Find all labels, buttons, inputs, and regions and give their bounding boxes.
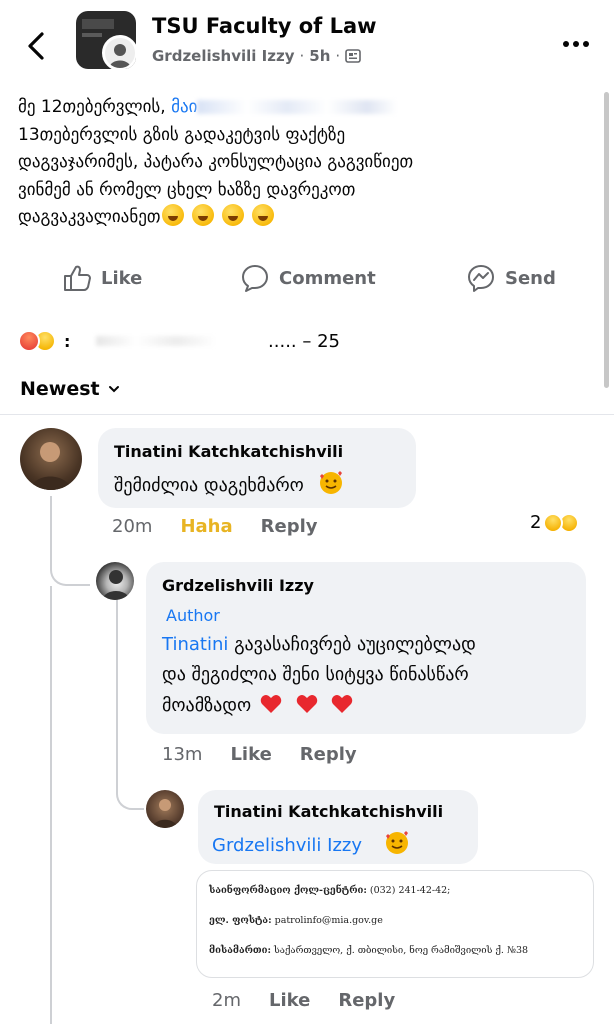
comment-meta: 13m Like Reply bbox=[162, 744, 357, 765]
like-label: Like bbox=[101, 267, 143, 289]
divider bbox=[0, 414, 614, 415]
comment-time: 2m bbox=[212, 990, 241, 1011]
thread-connector bbox=[116, 776, 144, 810]
attached-image[interactable]: საინფორმაციო ქოლ-ცენტრი: (032) 241-42-42… bbox=[196, 870, 594, 978]
thread-connector bbox=[50, 496, 90, 586]
like-button[interactable]: Like bbox=[62, 258, 142, 298]
meta-separator: · bbox=[299, 47, 305, 65]
reaction-count: 2 bbox=[530, 512, 542, 533]
comment-time: 13m bbox=[162, 744, 203, 765]
post-time[interactable]: 5h bbox=[309, 47, 330, 65]
blurred-region bbox=[197, 100, 398, 114]
scrollbar[interactable] bbox=[604, 92, 609, 388]
comment-text-line: მოამზადო bbox=[162, 694, 353, 716]
post-text: მე 12თებერვლის, მაი 13თებერვლის გზის გად… bbox=[18, 94, 598, 232]
comment-bubble: Tinatini Katchkatchishvili შემიძლია დაგე… bbox=[98, 428, 416, 508]
rofl-emoji-icon bbox=[252, 204, 275, 226]
group-avatar[interactable] bbox=[76, 11, 136, 69]
like-comment-button[interactable]: Like bbox=[230, 744, 271, 765]
group-name[interactable]: TSU Faculty of Law bbox=[152, 14, 377, 38]
red-heart-icon bbox=[296, 695, 317, 713]
comment-reaction-count[interactable]: 2 bbox=[530, 512, 580, 533]
mention-link[interactable]: Tinatini bbox=[162, 634, 228, 655]
post-line: 13თებერვლის გზის გადაკეტვის ფაქტზე bbox=[18, 124, 346, 145]
post-line: დაგვაჯარიმეს, პატარა კონსულტაცია გაგვიწი… bbox=[18, 152, 414, 172]
thread-connector bbox=[50, 586, 52, 1024]
reactions-summary[interactable]: : ..... – 25 bbox=[18, 326, 598, 356]
more-options-button[interactable] bbox=[558, 36, 594, 50]
reactions-count: ..... – 25 bbox=[268, 330, 340, 352]
avatar[interactable] bbox=[96, 562, 134, 600]
post-header: TSU Faculty of Law Grdzelishvili Izzy · … bbox=[0, 0, 614, 88]
post-line: მე 12თებერვლის, მაი bbox=[18, 94, 598, 122]
comment-label: Comment bbox=[279, 267, 376, 289]
comment-meta: 20m Haha Reply bbox=[112, 516, 317, 537]
commenter-name[interactable]: Grdzelishvili Izzy bbox=[162, 576, 314, 595]
person-photo-icon bbox=[152, 799, 178, 828]
like-comment-button[interactable]: Like bbox=[269, 990, 310, 1011]
post-line: ვინმემ ან რომელ ცხელ ხაზზე დავრეკოთ bbox=[18, 179, 356, 200]
red-heart-icon bbox=[332, 695, 353, 713]
comment-text: შემიძლია დაგეხმარო bbox=[114, 470, 344, 496]
blurred-region bbox=[96, 336, 217, 346]
blurred-mention: მაი bbox=[171, 97, 198, 117]
comment-bubble: Tinatini Katchkatchishvili Grdzelishvili… bbox=[198, 790, 478, 864]
reply-button[interactable]: Reply bbox=[261, 516, 318, 537]
post-line: დაგვაკვალიანეთ bbox=[18, 204, 598, 232]
smiling-hearts-emoji-icon bbox=[319, 471, 342, 494]
comment-button[interactable]: Comment bbox=[240, 258, 376, 298]
red-heart-icon bbox=[260, 695, 282, 713]
haha-reaction-button[interactable]: Haha bbox=[180, 516, 232, 537]
attachment-line: ელ. ფოსტა: patrolinfo@mia.gov.ge bbox=[209, 915, 383, 926]
sort-label: Newest bbox=[20, 378, 100, 400]
reply-button[interactable]: Reply bbox=[338, 990, 395, 1011]
reply-button[interactable]: Reply bbox=[300, 744, 357, 765]
more-dots-icon bbox=[563, 41, 589, 47]
post-meta: Grdzelishvili Izzy · 5h · bbox=[152, 47, 361, 65]
comment-text: Grdzelishvili Izzy bbox=[212, 830, 410, 856]
send-button[interactable]: Send bbox=[466, 258, 556, 298]
reactions-colon: : bbox=[64, 331, 71, 351]
avatar[interactable] bbox=[146, 790, 184, 828]
back-button[interactable] bbox=[22, 26, 52, 66]
comment-time: 20m bbox=[112, 516, 153, 537]
person-silhouette-icon bbox=[102, 570, 130, 600]
group-privacy-icon bbox=[345, 49, 361, 63]
comment-meta: 2m Like Reply bbox=[212, 990, 395, 1011]
rofl-emoji-icon bbox=[162, 204, 185, 226]
person-silhouette-icon bbox=[109, 44, 131, 68]
comment-bubble-icon bbox=[242, 265, 268, 292]
author-mini-avatar bbox=[102, 35, 136, 69]
chevron-left-icon bbox=[28, 32, 44, 60]
rofl-emoji-icon bbox=[222, 204, 245, 226]
send-label: Send bbox=[505, 267, 556, 289]
comment-text-line: და შეგიძლია შენი სიტყვა წინასწარ bbox=[162, 664, 469, 685]
smiling-hearts-emoji-icon bbox=[385, 831, 408, 854]
author-badge: Author bbox=[166, 606, 220, 625]
commenter-name[interactable]: Tinatini Katchkatchishvili bbox=[114, 442, 343, 461]
meta-separator: · bbox=[335, 47, 341, 65]
thread-connector bbox=[116, 586, 118, 776]
attachment-line: საინფორმაციო ქოლ-ცენტრი: (032) 241-42-42… bbox=[209, 885, 451, 896]
avatar[interactable] bbox=[20, 428, 82, 490]
chevron-down-icon bbox=[108, 386, 119, 393]
mention-link[interactable]: Grdzelishvili Izzy bbox=[212, 835, 362, 856]
angry-reaction-icon bbox=[18, 330, 40, 352]
comment-bubble: Grdzelishvili Izzy Author Tinatini გავას… bbox=[146, 562, 586, 734]
rofl-emoji-icon bbox=[192, 204, 215, 226]
attachment-line: მისამართი: საქართველო, ქ. თბილისი, ნოე რ… bbox=[209, 945, 529, 956]
post-action-bar: Like Comment Send bbox=[0, 258, 600, 298]
comment-sort-button[interactable]: Newest bbox=[20, 378, 120, 400]
thumbs-up-icon bbox=[64, 265, 91, 291]
messenger-icon bbox=[468, 265, 494, 292]
post-author[interactable]: Grdzelishvili Izzy bbox=[152, 47, 295, 65]
commenter-name[interactable]: Tinatini Katchkatchishvili bbox=[214, 802, 443, 821]
person-photo-icon bbox=[30, 442, 72, 490]
comment-text-line: Tinatini გავასაჩივრებ აუცილებლად bbox=[162, 634, 476, 655]
haha-reaction-icon bbox=[543, 512, 564, 533]
